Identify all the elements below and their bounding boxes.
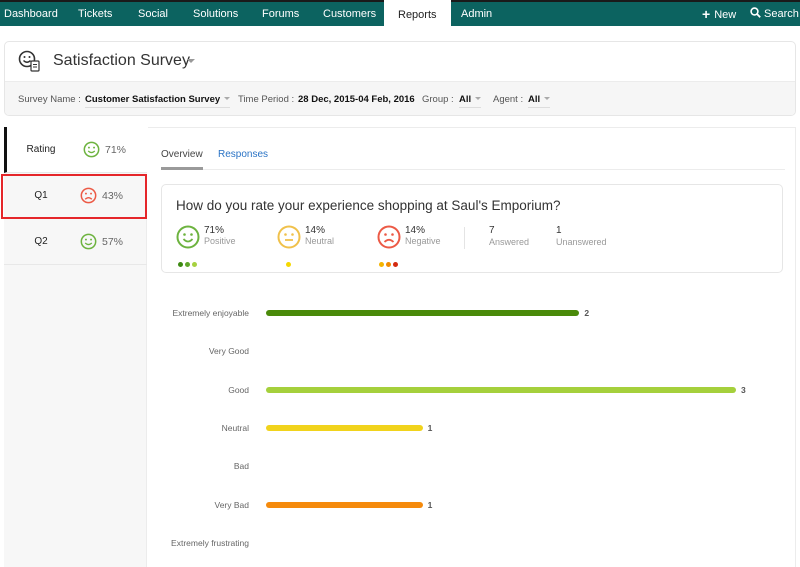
dot: [386, 262, 391, 267]
plus-icon: +: [702, 6, 711, 22]
title-dropdown-caret[interactable]: [187, 59, 195, 63]
group-dropdown[interactable]: All: [459, 94, 482, 108]
smiley-happy-icon: [83, 141, 100, 158]
unanswered-label: Unanswered: [556, 237, 607, 247]
neutral-percent: 14%: [305, 225, 326, 236]
dot: [379, 262, 384, 267]
nav-item-social[interactable]: Social: [138, 2, 168, 26]
dot: [286, 262, 291, 267]
time-period-value[interactable]: 28 Dec, 2015-04 Feb, 2016: [298, 94, 415, 107]
group-value: All: [459, 94, 472, 105]
dot: [393, 262, 398, 267]
question-percent: 71%: [105, 144, 127, 156]
neutral-dots: [286, 254, 293, 272]
chevron-down-icon: [475, 97, 482, 100]
survey-smiley-icon: [18, 50, 40, 72]
smiley-sad-icon: [377, 225, 401, 249]
smiley-happy-icon: [176, 225, 200, 249]
neutral-label: Neutral: [305, 236, 335, 246]
question-percent: 43%: [102, 190, 124, 202]
nav-item-tickets[interactable]: Tickets: [78, 2, 112, 26]
smiley-neutral-icon: [277, 225, 301, 249]
nav-item-solutions[interactable]: Solutions: [193, 2, 238, 26]
search-button-label: Search: [764, 8, 799, 20]
smiley-sad-icon: [80, 187, 97, 204]
time-period-label: Time Period :: [238, 94, 295, 105]
filter-bar: Survey Name : Customer Satisfaction Surv…: [5, 81, 795, 115]
dot: [178, 262, 183, 267]
answered-label: Answered: [489, 237, 530, 247]
survey-name-value: Customer Satisfaction Survey: [85, 94, 221, 105]
new-button-label: New: [714, 9, 737, 21]
negative-dots: [379, 254, 400, 272]
question-list: Rating 71% Q1 43% Q2 57%: [4, 127, 147, 567]
chevron-down-icon: [224, 97, 231, 100]
answered-number: 7: [489, 225, 495, 236]
negative-label: Negative: [405, 236, 441, 246]
question-label: Q1: [34, 190, 48, 201]
question-detail-panel: Overview Responses How do you rate your …: [148, 127, 796, 567]
divider: [464, 227, 465, 249]
question-summary-card: How do you rate your experience shopping…: [161, 184, 783, 273]
smiley-happy-icon: [80, 233, 97, 250]
page-title: Satisfaction Survey: [53, 52, 190, 69]
active-tab-indicator: [161, 167, 203, 170]
dot: [192, 262, 197, 267]
nav-item-admin[interactable]: Admin: [461, 2, 492, 26]
dot: [185, 262, 190, 267]
unanswered-number: 1: [556, 225, 562, 236]
agent-value: All: [528, 94, 541, 105]
new-button[interactable]: + New: [702, 2, 736, 26]
nav-item-dashboard[interactable]: Dashboard: [4, 2, 58, 26]
positive-dots: [178, 254, 199, 272]
survey-name-label: Survey Name :: [18, 94, 81, 105]
top-nav-bar: Dashboard Tickets Social Solutions Forum…: [0, 0, 800, 26]
question-item-q1[interactable]: Q1 43%: [4, 173, 147, 219]
group-label: Group :: [422, 94, 454, 105]
search-icon: [750, 7, 761, 18]
agent-label: Agent :: [493, 94, 524, 105]
question-item-rating[interactable]: Rating 71%: [4, 127, 147, 173]
question-percent: 57%: [102, 236, 124, 248]
search-button[interactable]: Search: [750, 2, 799, 26]
chevron-down-icon: [544, 97, 551, 100]
nav-item-reports[interactable]: Reports: [384, 0, 451, 26]
positive-label: Positive: [204, 236, 236, 246]
question-item-q2[interactable]: Q2 57%: [4, 219, 147, 265]
negative-percent: 14%: [405, 225, 426, 236]
nav-item-forums[interactable]: Forums: [262, 2, 299, 26]
answered-count: 7 Answered: [489, 225, 529, 247]
positive-percent: 71%: [204, 225, 225, 236]
question-label: Rating: [26, 144, 56, 155]
tab-responses[interactable]: Responses: [218, 149, 268, 160]
tab-overview[interactable]: Overview: [161, 149, 203, 160]
nav-item-customers[interactable]: Customers: [323, 2, 376, 26]
unanswered-count: 1 Unanswered: [556, 225, 607, 247]
survey-name-dropdown[interactable]: Customer Satisfaction Survey: [85, 94, 231, 108]
survey-header: Satisfaction Survey Survey Name : Custom…: [4, 41, 796, 116]
question-label: Q2: [34, 236, 48, 247]
agent-dropdown[interactable]: All: [528, 94, 551, 108]
tab-bar: Overview Responses: [161, 128, 785, 170]
question-text: How do you rate your experience shopping…: [176, 198, 561, 213]
